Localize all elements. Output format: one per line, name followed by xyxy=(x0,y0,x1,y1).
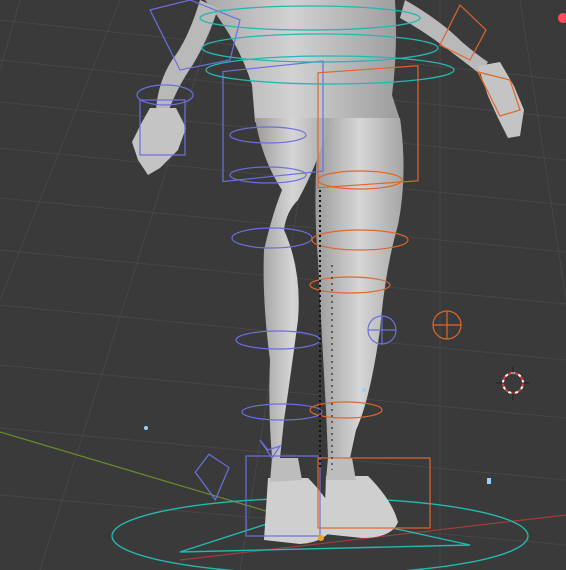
origin-point[interactable] xyxy=(318,535,324,541)
empty-point[interactable] xyxy=(144,426,148,430)
empty-point[interactable] xyxy=(362,388,366,392)
3d-viewport[interactable] xyxy=(0,0,566,570)
empty-point[interactable] xyxy=(487,478,491,484)
